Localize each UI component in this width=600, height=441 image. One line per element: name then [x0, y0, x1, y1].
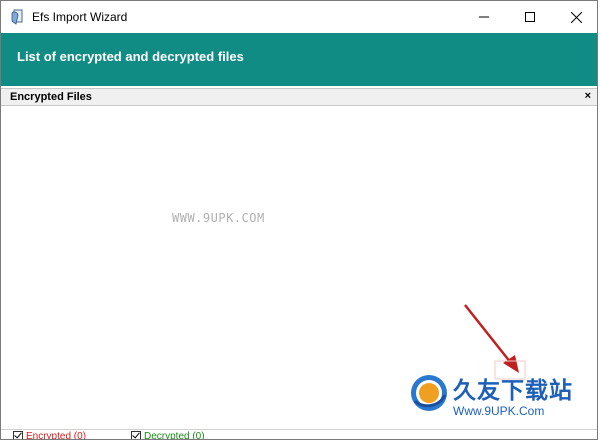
decrypted-filter[interactable]: Decrypted (0) [131, 431, 205, 440]
decrypted-count-label: Decrypted (0) [144, 431, 205, 440]
panel-close-icon[interactable]: × [585, 90, 591, 102]
maximize-button[interactable] [507, 1, 553, 33]
efs-import-wizard-window: Efs Import Wizard List of encrypted and … [0, 0, 598, 440]
window-title: Efs Import Wizard [32, 10, 128, 24]
status-bar: Encrypted (0) Decrypted (0) [1, 429, 597, 440]
app-icon [11, 9, 25, 25]
watermark-text: WWW.9UPK.COM [172, 211, 265, 225]
site-logo: 久友下载站 Www.9UPK.Com [409, 371, 579, 427]
encrypted-checkbox[interactable] [13, 431, 23, 439]
close-button[interactable] [553, 1, 597, 33]
red-arrow-icon [464, 304, 526, 380]
encrypted-count-label: Encrypted (0) [26, 431, 87, 440]
panel-title: Encrypted Files [10, 91, 92, 103]
header-banner: List of encrypted and decrypted files [1, 33, 597, 86]
logo-chinese-text: 久友下载站 [453, 378, 573, 404]
encrypted-files-panel-header: Encrypted Files × [1, 88, 597, 106]
title-bar[interactable]: Efs Import Wizard [1, 1, 597, 33]
logo-globe-icon [411, 375, 447, 411]
decrypted-checkbox[interactable] [131, 431, 141, 439]
banner-title: List of encrypted and decrypted files [17, 49, 244, 64]
encrypted-filter[interactable]: Encrypted (0) [13, 431, 87, 440]
minimize-button[interactable] [461, 1, 507, 33]
logo-url: Www.9UPK.Com [453, 404, 545, 418]
